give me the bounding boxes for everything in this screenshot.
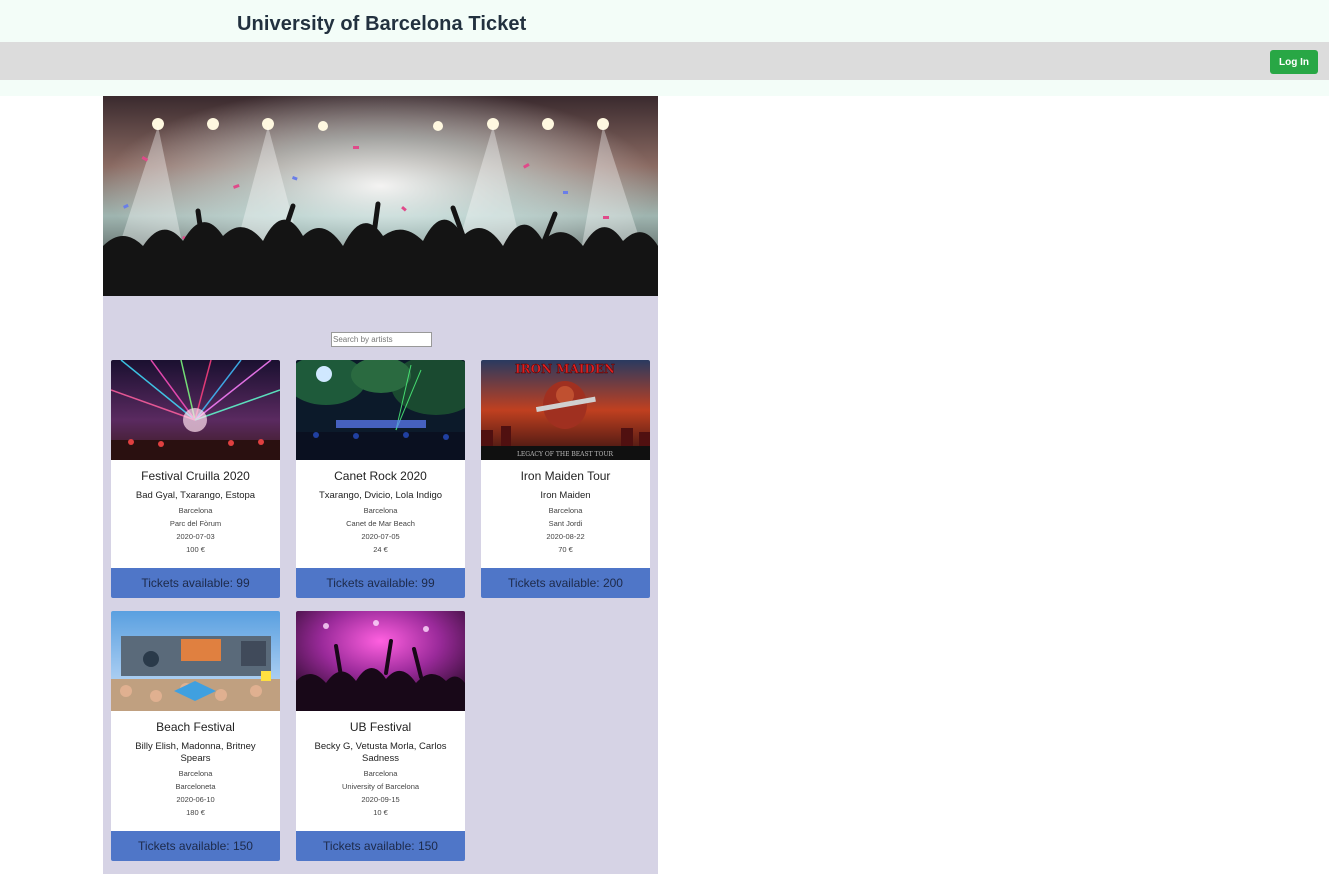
event-venue: Barceloneta <box>175 782 216 791</box>
event-price: 70 € <box>558 545 573 554</box>
event-date: 2020-07-03 <box>176 532 215 541</box>
event-venue: Sant Jordi <box>548 519 583 528</box>
event-image <box>296 360 465 460</box>
event-name: Iron Maiden Tour <box>520 469 611 483</box>
event-city: Barcelona <box>363 506 398 515</box>
login-button[interactable]: Log In <box>1270 50 1318 74</box>
event-name: Beach Festival <box>156 720 235 734</box>
event-card[interactable]: IRON MAIDEN LEGACY OF THE BEAST TOUR Iro… <box>481 360 650 598</box>
event-image <box>296 611 465 711</box>
event-artists: Iron Maiden <box>540 490 591 501</box>
event-price: 180 € <box>186 808 205 817</box>
event-city: Barcelona <box>178 769 213 778</box>
event-venue: Canet de Mar Beach <box>346 519 415 528</box>
event-price: 24 € <box>373 545 388 554</box>
tickets-available[interactable]: Tickets available: 99 <box>111 568 280 598</box>
event-price: 10 € <box>373 808 388 817</box>
poster-title: IRON MAIDEN <box>515 362 615 376</box>
tickets-available[interactable]: Tickets available: 99 <box>296 568 465 598</box>
event-venue: University of Barcelona <box>341 782 420 791</box>
event-card[interactable]: Canet Rock 2020 Txarango, Dvicio, Lola I… <box>296 360 465 598</box>
poster-subtitle: LEGACY OF THE BEAST TOUR <box>517 451 614 458</box>
event-name: Festival Cruilla 2020 <box>141 469 250 483</box>
search-input[interactable] <box>331 332 432 347</box>
navbar <box>0 42 1329 80</box>
event-image <box>111 611 280 711</box>
event-card[interactable]: Beach Festival Billy Elish, Madonna, Bri… <box>111 611 280 861</box>
event-date: 2020-08-22 <box>546 532 585 541</box>
event-venue: Parc del Fòrum <box>169 519 222 528</box>
event-card[interactable]: Festival Cruilla 2020 Bad Gyal, Txarango… <box>111 360 280 598</box>
event-date: 2020-06-10 <box>176 795 215 804</box>
event-city: Barcelona <box>548 506 583 515</box>
site-title: University of Barcelona Ticket <box>237 13 527 35</box>
event-date: 2020-07-05 <box>361 532 400 541</box>
event-card[interactable]: UB Festival Becky G, Vetusta Morla, Carl… <box>296 611 465 861</box>
event-image: IRON MAIDEN LEGACY OF THE BEAST TOUR <box>481 360 650 460</box>
event-name: UB Festival <box>349 720 412 734</box>
event-city: Barcelona <box>363 769 398 778</box>
event-city: Barcelona <box>178 506 213 515</box>
event-artists: Billy Elish, Madonna, Britney Spears <box>135 741 256 764</box>
hero-banner-image <box>103 96 658 296</box>
event-image <box>111 360 280 460</box>
event-artists: Bad Gyal, Txarango, Estopa <box>135 490 256 501</box>
tickets-available[interactable]: Tickets available: 150 <box>296 831 465 861</box>
tickets-available[interactable]: Tickets available: 200 <box>481 568 650 598</box>
tickets-available[interactable]: Tickets available: 150 <box>111 831 280 861</box>
event-artists: Txarango, Dvicio, Lola Indigo <box>318 490 443 501</box>
event-artists: Becky G, Vetusta Morla, Carlos Sadness <box>314 741 447 764</box>
event-date: 2020-09-15 <box>361 795 400 804</box>
event-price: 100 € <box>186 545 205 554</box>
event-name: Canet Rock 2020 <box>334 469 427 483</box>
